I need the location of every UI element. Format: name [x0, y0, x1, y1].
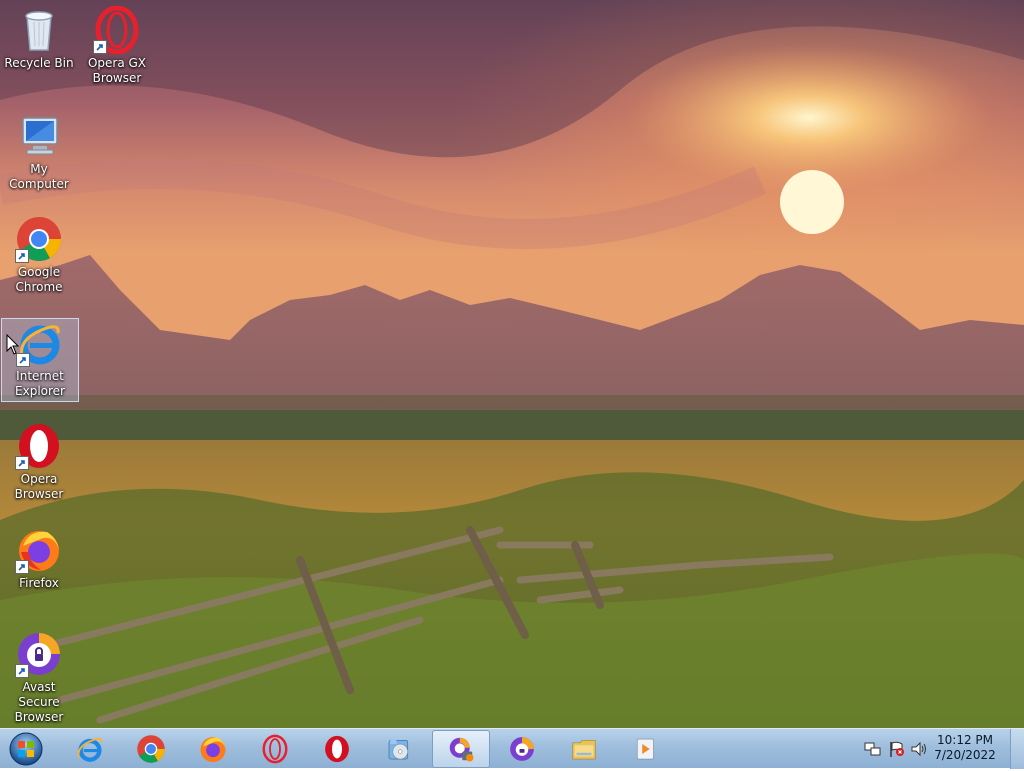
taskbar-media-player[interactable]	[618, 730, 674, 768]
chrome-icon	[137, 735, 165, 763]
shortcut-arrow-icon	[93, 40, 107, 54]
desktop-icon-label: My Computer	[9, 162, 69, 191]
show-desktop-button[interactable]	[1010, 729, 1024, 769]
chrome-icon	[15, 215, 63, 263]
clock[interactable]: 10:12 PM 7/20/2022	[930, 733, 1000, 763]
taskbar-opera-gx[interactable]	[247, 730, 303, 768]
media-player-icon	[636, 738, 654, 760]
desktop-icon-label: Internet Explorer	[15, 369, 65, 398]
taskbar-opera[interactable]	[309, 730, 365, 768]
opera-icon	[325, 735, 349, 763]
opera-icon	[15, 422, 63, 470]
avast-secure-browser-icon	[510, 737, 534, 761]
desktop-icon-my-computer[interactable]: My Computer	[1, 112, 77, 192]
taskbar-avast-secure-browser[interactable]	[494, 730, 550, 768]
installer-disc-icon	[388, 739, 409, 760]
desktop-icon-google-chrome[interactable]: Google Chrome	[1, 215, 77, 295]
start-button[interactable]	[6, 731, 46, 767]
desktop-icon-opera-gx[interactable]: Opera GX Browser	[79, 5, 155, 86]
desktop-icon-recycle-bin[interactable]: Recycle Bin	[1, 6, 77, 71]
desktop-icon-opera-browser[interactable]: Opera Browser	[1, 422, 77, 502]
shortcut-arrow-icon	[15, 560, 29, 574]
shortcut-arrow-icon	[15, 249, 29, 263]
desktop-icon-label: Opera GX Browser	[87, 56, 147, 85]
desktop-icon-label: Google Chrome	[15, 265, 63, 294]
network-icon[interactable]	[864, 740, 882, 758]
mouse-cursor-icon	[6, 334, 20, 355]
taskbar-firefox[interactable]	[185, 730, 241, 768]
shortcut-arrow-icon	[15, 456, 29, 470]
desktop-icon-label: Opera Browser	[14, 472, 64, 501]
internet-explorer-icon	[16, 319, 64, 367]
volume-icon[interactable]	[910, 740, 928, 758]
taskbar-file-explorer[interactable]	[556, 730, 612, 768]
firefox-icon	[200, 737, 226, 763]
desktop-icon-firefox[interactable]: Firefox	[1, 526, 77, 591]
my-computer-icon	[15, 112, 63, 160]
clock-time: 10:12 PM	[937, 733, 993, 747]
desktop-icon-internet-explorer[interactable]: Internet Explorer	[1, 318, 79, 402]
taskbar-installer-disc[interactable]	[371, 730, 427, 768]
desktop-wallpaper[interactable]	[0, 0, 1024, 728]
desktop-icon-label: Firefox	[19, 576, 59, 590]
taskbar-internet-explorer[interactable]	[62, 730, 118, 768]
taskbar-avast-install[interactable]	[432, 730, 490, 768]
firefox-icon	[15, 526, 63, 574]
recycle-bin-icon	[15, 6, 63, 54]
desktop-icon-label: Avast Secure Browser	[14, 680, 64, 724]
desktop-icon-label: Recycle Bin	[4, 56, 74, 70]
system-tray: 10:12 PM 7/20/2022	[854, 729, 1024, 769]
taskbar-chrome[interactable]	[123, 730, 179, 768]
action-center-flag-icon[interactable]	[888, 740, 906, 758]
internet-explorer-icon	[77, 737, 103, 762]
desktop-icon-avast-secure-browser[interactable]: Avast Secure Browser	[1, 630, 77, 725]
avast-secure-browser-icon	[15, 630, 63, 678]
clock-date: 7/20/2022	[934, 748, 996, 762]
taskbar: 10:12 PM 7/20/2022	[0, 728, 1024, 769]
file-explorer-icon	[572, 739, 596, 760]
opera-gx-icon	[262, 734, 288, 764]
opera-gx-icon	[93, 5, 141, 55]
shortcut-arrow-icon	[15, 664, 29, 678]
avast-install-icon	[449, 737, 474, 762]
